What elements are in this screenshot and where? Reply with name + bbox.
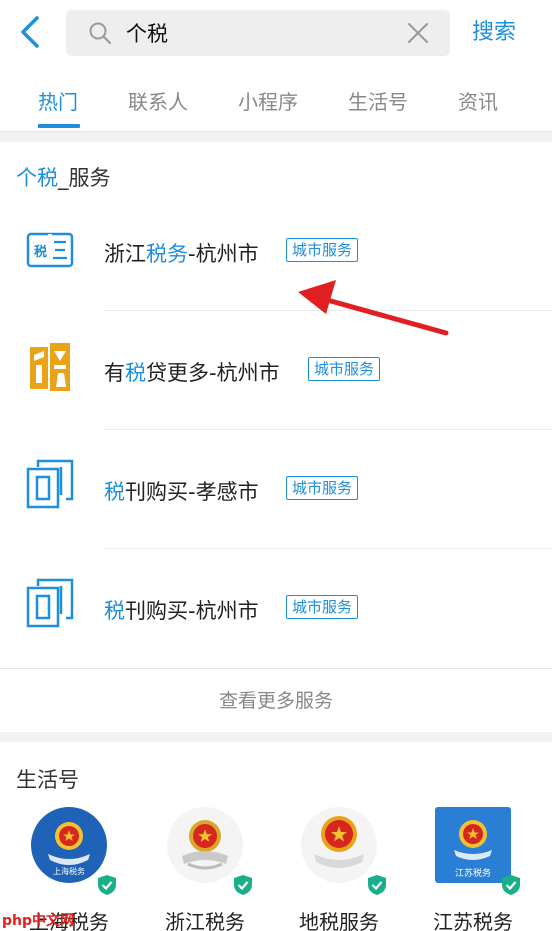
svg-text:上海税务: 上海税务 bbox=[53, 866, 85, 876]
services-section-title: 个税_服务 bbox=[16, 166, 111, 190]
service-item[interactable]: 税刊购买-杭州市 城市服务 bbox=[0, 549, 552, 667]
service-item[interactable]: 有税贷更多-杭州市 城市服务 bbox=[0, 311, 552, 429]
tax-emblem-logo bbox=[300, 806, 378, 884]
document-copy-icon bbox=[24, 458, 76, 510]
active-tab-indicator bbox=[38, 124, 80, 128]
life-account-name: 浙江税务 bbox=[165, 910, 245, 931]
tab-hot[interactable]: 热门 bbox=[38, 86, 78, 115]
tax-emblem-logo: 上海税务 bbox=[30, 806, 108, 884]
watermark: php中文网 bbox=[2, 913, 75, 929]
search-header: 搜索 bbox=[0, 0, 552, 66]
verified-badge-icon bbox=[96, 874, 118, 896]
section-gap bbox=[0, 732, 552, 742]
verified-badge-icon bbox=[232, 874, 254, 896]
svg-text:江苏税务: 江苏税务 bbox=[455, 867, 491, 879]
life-account-item[interactable]: 江苏税务 江苏税务 bbox=[408, 806, 538, 931]
close-icon[interactable] bbox=[406, 21, 430, 45]
search-box[interactable] bbox=[66, 10, 450, 56]
search-input[interactable] bbox=[126, 21, 386, 45]
life-account-name: 江苏税务 bbox=[433, 910, 513, 931]
section-gap bbox=[0, 132, 552, 142]
tab-mini-programs[interactable]: 小程序 bbox=[238, 86, 298, 115]
search-button[interactable]: 搜索 bbox=[472, 14, 516, 52]
city-service-tag: 城市服务 bbox=[286, 476, 359, 500]
search-icon bbox=[88, 20, 114, 46]
life-account-name: 地税服务 bbox=[299, 910, 379, 931]
verified-badge-icon bbox=[366, 874, 388, 896]
service-name: 有税贷更多-杭州市 bbox=[104, 361, 280, 385]
tab-contacts[interactable]: 联系人 bbox=[128, 86, 188, 115]
tax-loan-icon bbox=[24, 341, 76, 393]
service-item[interactable]: 税刊购买-孝感市 城市服务 bbox=[0, 430, 552, 548]
tab-life-accounts[interactable]: 生活号 bbox=[348, 86, 408, 115]
service-name: 税刊购买-孝感市 bbox=[104, 480, 259, 504]
verified-badge-icon bbox=[500, 874, 522, 896]
life-account-item[interactable]: 地税服务 bbox=[274, 806, 404, 931]
back-button[interactable] bbox=[14, 14, 46, 50]
service-name: 税刊购买-杭州市 bbox=[104, 599, 259, 623]
tab-news[interactable]: 资讯 bbox=[458, 86, 498, 115]
tab-bar: 热门 联系人 小程序 生活号 资讯 bbox=[0, 66, 552, 132]
tax-emblem-logo bbox=[166, 806, 244, 884]
city-service-tag: 城市服务 bbox=[308, 357, 381, 381]
life-account-item[interactable]: 浙江税务 bbox=[140, 806, 270, 931]
svg-text:税: 税 bbox=[34, 244, 47, 260]
tax-three-icon: 税 bbox=[24, 224, 76, 276]
city-service-tag: 城市服务 bbox=[286, 595, 359, 619]
service-name: 浙江税务-杭州市 bbox=[104, 242, 259, 266]
document-copy-icon bbox=[24, 577, 76, 629]
tax-emblem-logo: 江苏税务 bbox=[434, 806, 512, 884]
life-accounts-title: 生活号 bbox=[16, 768, 79, 792]
chevron-left-icon bbox=[21, 16, 39, 48]
service-item[interactable]: 税 浙江税务-杭州市 城市服务 bbox=[0, 192, 552, 310]
city-service-tag: 城市服务 bbox=[286, 238, 359, 262]
more-services-link[interactable]: 查看更多服务 bbox=[0, 668, 552, 732]
